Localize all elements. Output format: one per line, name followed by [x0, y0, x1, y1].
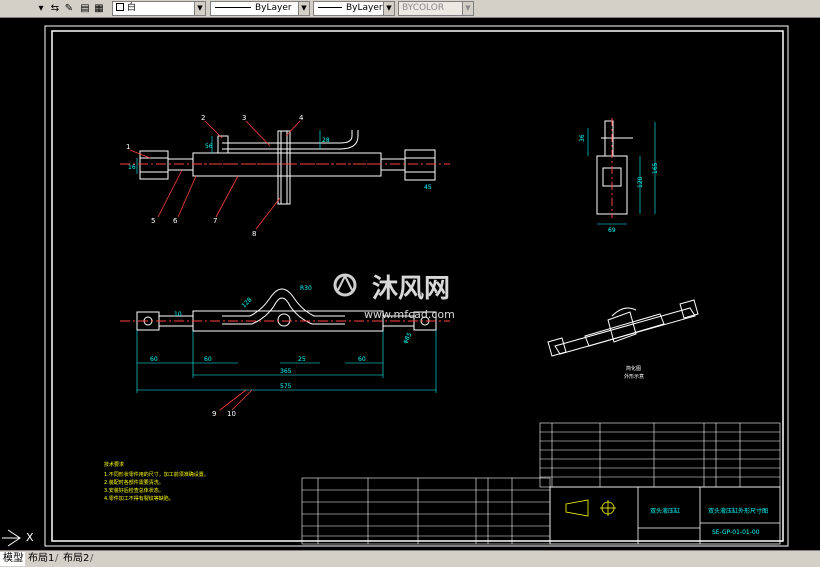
lineweight-value: ByLayer: [346, 3, 383, 13]
model-space-canvas[interactable]: 1 2 3 4 5 6 7 8 16 56 28 45 120 165 69 3…: [0, 18, 820, 550]
tab-layout2[interactable]: 布局2: [60, 552, 93, 566]
plotstyle-value: BYCOLOR: [402, 3, 445, 13]
color-swatch-icon: [116, 3, 124, 11]
linetype-value: ByLayer: [255, 3, 292, 13]
svg-text:8: 8: [252, 230, 256, 238]
match-layer-icon[interactable]: ▤: [78, 2, 92, 15]
svg-text:www.mfcad.com: www.mfcad.com: [364, 308, 455, 321]
lower-parts-table: [301, 477, 551, 545]
svg-text:575: 575: [280, 383, 292, 390]
mounting-bracket: [277, 130, 291, 205]
svg-text:45: 45: [424, 184, 432, 191]
watermark: 沐风网 www.mfcad.com: [333, 273, 455, 321]
layer-tools-icon[interactable]: ▦: [92, 2, 106, 15]
svg-text:技术要求: 技术要求: [104, 461, 124, 468]
svg-text:6: 6: [173, 217, 178, 225]
side-view-dims: 120 165 69 36: [579, 134, 659, 234]
title-block-text: 双头液压缸 双头液压缸外形尺寸图 SE-GP-01-01-00: [650, 507, 768, 536]
right-clevis: [404, 149, 436, 181]
plotstyle-dropdown: BYCOLOR ▼: [398, 1, 474, 16]
chevron-down-icon: ▼: [462, 2, 473, 15]
lineweight-preview: [318, 7, 342, 8]
svg-text:沐风网: 沐风网: [372, 274, 450, 304]
svg-text:4.零件加工不得有裂纹等缺陷。: 4.零件加工不得有裂纹等缺陷。: [104, 495, 174, 502]
parts-list-table: [539, 422, 781, 488]
svg-text:56: 56: [205, 143, 213, 150]
layer-state-icon[interactable]: ⇆: [48, 2, 62, 15]
tab-separator: /: [90, 553, 94, 564]
svg-text:60: 60: [204, 356, 212, 363]
chevron-down-icon[interactable]: ▼: [383, 2, 394, 15]
svg-text:365: 365: [280, 368, 292, 375]
svg-text:60: 60: [150, 356, 158, 363]
svg-text:120: 120: [637, 176, 644, 188]
isometric-label: 简化图 外形示意: [624, 365, 644, 380]
isometric-view: [547, 299, 699, 357]
svg-text:简化图: 简化图: [626, 365, 641, 372]
svg-text:2: 2: [201, 114, 205, 122]
ucs-x-label: X: [26, 531, 34, 544]
svg-text:16: 16: [128, 164, 136, 171]
svg-text:双头液压缸外形尺寸图: 双头液压缸外形尺寸图: [708, 507, 768, 515]
svg-text:外形示意: 外形示意: [624, 373, 644, 380]
ucs-icon: [2, 529, 21, 547]
front-view-dims: 16 56 28 45: [128, 130, 432, 191]
svg-text:4: 4: [299, 114, 304, 122]
lineweight-dropdown[interactable]: ByLayer ▼: [313, 1, 395, 16]
front-view-leaders: [129, 120, 301, 230]
layer-dropdown-arrow-icon[interactable]: ▾: [34, 2, 48, 15]
color-dropdown[interactable]: 白 ▼: [112, 1, 206, 16]
svg-text:双头液压缸: 双头液压缸: [650, 507, 680, 515]
front-view: [120, 130, 450, 205]
layout-tab-bar: 模型 / 布局1 / 布局2 /: [0, 550, 820, 567]
svg-text:36: 36: [579, 134, 586, 142]
layer-previous-icon[interactable]: ✎: [62, 2, 76, 15]
svg-text:28: 28: [322, 137, 330, 144]
cad-drawing: 1 2 3 4 5 6 7 8 16 56 28 45 120 165 69 3…: [2, 25, 789, 547]
svg-text:25: 25: [298, 356, 306, 363]
side-view: [596, 118, 633, 218]
technical-notes: 技术要求 1.不同形状零件用的尺寸，加工前须准确设置。 2.装配时各部件需要清洗…: [104, 461, 209, 502]
linetype-dropdown[interactable]: ByLayer ▼: [210, 1, 310, 16]
svg-text:5: 5: [151, 217, 155, 225]
svg-text:3.安装好后检查总体状态。: 3.安装好后检查总体状态。: [104, 487, 164, 494]
svg-text:φ85: φ85: [402, 331, 414, 345]
top-view-leaders: [219, 389, 253, 411]
svg-text:60: 60: [358, 356, 366, 363]
svg-text:10: 10: [174, 311, 182, 318]
svg-text:1.不同形状零件用的尺寸，加工前须准确设置。: 1.不同形状零件用的尺寸，加工前须准确设置。: [104, 471, 209, 478]
svg-text:3: 3: [242, 114, 246, 122]
svg-text:1: 1: [126, 143, 130, 151]
chevron-down-icon[interactable]: ▼: [194, 2, 205, 15]
svg-text:R30: R30: [300, 285, 312, 292]
tab-layout1[interactable]: 布局1: [25, 552, 58, 566]
svg-text:2.装配时各部件需要清洗。: 2.装配时各部件需要清洗。: [104, 479, 164, 486]
svg-text:10: 10: [227, 410, 236, 418]
svg-text:9: 9: [212, 410, 216, 418]
svg-text:SE-GP-01-01-00: SE-GP-01-01-00: [712, 529, 760, 536]
chevron-down-icon[interactable]: ▼: [298, 2, 309, 15]
svg-text:165: 165: [652, 162, 659, 174]
svg-text:7: 7: [213, 217, 217, 225]
top-view-leader-numbers: 9 10: [212, 410, 236, 418]
svg-text:69: 69: [608, 227, 616, 234]
properties-toolbar: ▾ ⇆ ✎ ▤ ▦ 白 ▼ ByLayer ▼ ByLayer ▼ BYCOLO…: [0, 0, 820, 18]
svg-text:128: 128: [240, 296, 253, 309]
left-clevis: [139, 150, 169, 180]
linetype-preview: [215, 7, 251, 8]
color-value: 白: [127, 3, 137, 13]
